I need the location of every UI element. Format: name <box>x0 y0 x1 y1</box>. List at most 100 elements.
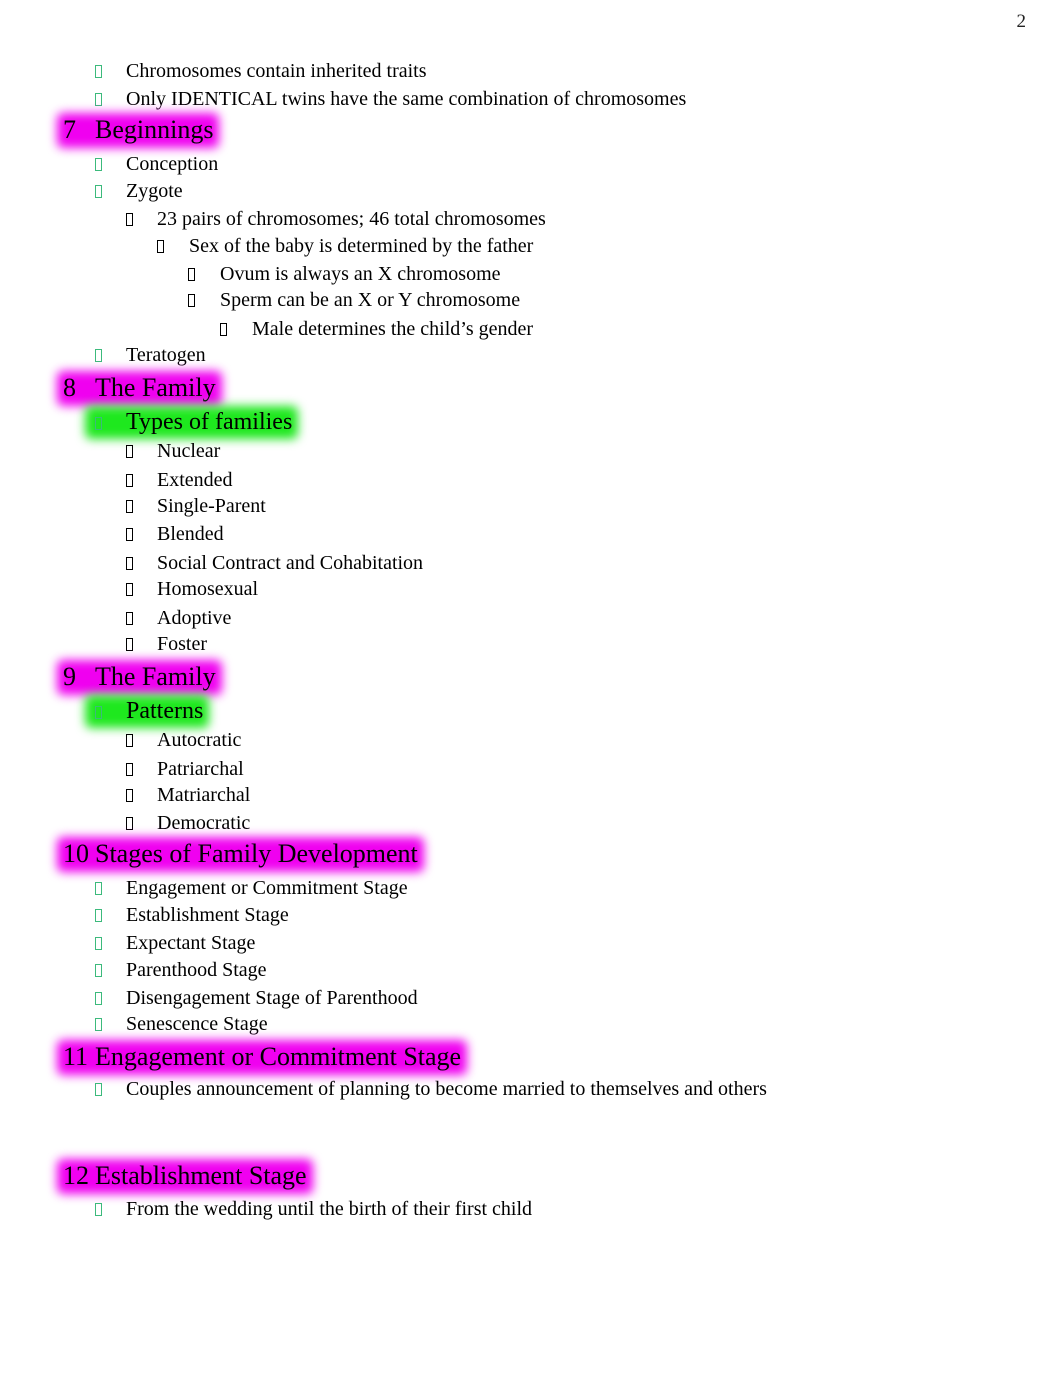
list-item: Parenthood Stage <box>95 960 267 980</box>
list-item-text: Chromosomes contain inherited traits <box>126 60 427 82</box>
list-item: Senescence Stage <box>95 1014 268 1034</box>
page-number: 2 <box>1016 11 1027 32</box>
list-item-text: Autocratic <box>157 729 242 751</box>
list-item-text: Senescence Stage <box>126 1013 268 1035</box>
bullet-icon <box>95 65 102 78</box>
bullet-icon <box>95 909 102 922</box>
bullet-icon <box>220 323 227 336</box>
list-item-text: From the wedding until the birth of thei… <box>126 1198 533 1220</box>
bullet-icon <box>126 734 133 747</box>
section-number: 9 <box>63 662 76 691</box>
bullet-icon <box>95 93 102 106</box>
list-item: Patriarchal <box>126 759 244 779</box>
list-item-text: Blended <box>157 523 224 545</box>
list-item: Nuclear <box>126 441 220 461</box>
list-item-text: Ovum is always an X chromosome <box>220 263 501 285</box>
list-item: Single-Parent <box>126 496 266 516</box>
subheading: Types of families <box>95 410 292 434</box>
bullet-icon <box>126 500 133 513</box>
list-item-text: Nuclear <box>157 440 221 462</box>
list-item: Zygote <box>95 181 183 201</box>
section-title: Stages of Family Development <box>95 839 418 868</box>
section-title: Beginnings <box>95 115 214 144</box>
list-item-text: Engagement or Commitment Stage <box>126 877 408 899</box>
list-item: Democratic <box>126 813 250 833</box>
list-item-text: Parenthood Stage <box>126 959 267 981</box>
section-number: 10 <box>63 839 89 868</box>
section-title: The Family <box>95 373 216 402</box>
list-item-text: Adoptive <box>157 607 232 629</box>
bullet-icon <box>95 964 102 977</box>
bullet-icon <box>95 417 102 430</box>
bullet-icon <box>157 240 164 253</box>
bullet-icon <box>126 612 133 625</box>
list-item-text: Sperm can be an X or Y chromosome <box>220 289 521 311</box>
list-item: Only IDENTICAL twins have the same combi… <box>95 89 686 109</box>
bullet-icon <box>126 638 133 651</box>
bullet-icon <box>126 474 133 487</box>
list-item-text: Matriarchal <box>157 784 251 806</box>
bullet-icon <box>126 583 133 596</box>
bullet-icon <box>95 1018 102 1031</box>
list-item-text: Social Contract and Cohabitation <box>157 552 424 574</box>
list-item: Expectant Stage <box>95 933 255 953</box>
list-item: 23 pairs of chromosomes; 46 total chromo… <box>126 209 546 229</box>
list-item-text: Homosexual <box>157 578 259 600</box>
list-item-text: Teratogen <box>126 344 206 366</box>
list-item-text: Single-Parent <box>157 495 266 517</box>
subheading-text: Types of families <box>126 409 293 435</box>
list-item: Blended <box>126 524 224 544</box>
section-title: Engagement or Commitment Stage <box>95 1042 462 1071</box>
list-item: Establishment Stage <box>95 905 289 925</box>
bullet-icon <box>95 349 102 362</box>
bullet-icon <box>126 789 133 802</box>
list-item: Conception <box>95 154 218 174</box>
list-item-text: Conception <box>126 153 219 175</box>
list-item: Teratogen <box>95 345 206 365</box>
section-title: Establishment Stage <box>95 1161 307 1190</box>
subheading-text: Patterns <box>126 698 204 724</box>
list-item-text: Establishment Stage <box>126 904 289 926</box>
bullet-icon <box>95 992 102 1005</box>
bullet-icon <box>126 528 133 541</box>
list-item-text: 23 pairs of chromosomes; 46 total chromo… <box>157 208 546 230</box>
section-heading: 8 The Family <box>63 375 216 401</box>
list-item-text: Sex of the baby is determined by the fat… <box>189 235 534 257</box>
list-item: From the wedding until the birth of thei… <box>95 1199 532 1219</box>
bullet-icon <box>95 1083 102 1096</box>
section-heading: 9 The Family <box>63 664 216 690</box>
bullet-icon <box>95 185 102 198</box>
section-heading: 10 Stages of Family Development <box>63 841 418 867</box>
list-item: Extended <box>126 470 233 490</box>
bullet-icon <box>126 763 133 776</box>
list-item: Foster <box>126 634 207 654</box>
list-item: Homosexual <box>126 579 258 599</box>
list-item: Couples announcement of planning to beco… <box>95 1079 767 1099</box>
list-item: Adoptive <box>126 608 231 628</box>
list-item-text: Patriarchal <box>157 758 244 780</box>
list-item-text: Couples announcement of planning to beco… <box>126 1078 767 1100</box>
list-item-text: Democratic <box>157 812 251 834</box>
section-number: 12 <box>63 1161 89 1190</box>
list-item-text: Foster <box>157 633 207 655</box>
list-item: Social Contract and Cohabitation <box>126 553 423 573</box>
bullet-icon <box>126 817 133 830</box>
list-item-text: Only IDENTICAL twins have the same combi… <box>126 88 687 110</box>
section-title: The Family <box>95 662 216 691</box>
bullet-icon <box>95 1203 102 1216</box>
subheading: Patterns <box>95 699 203 723</box>
section-heading: 12 Establishment Stage <box>63 1163 307 1189</box>
section-heading: 7 Beginnings <box>63 117 213 143</box>
list-item-text: Expectant Stage <box>126 932 256 954</box>
list-item-text: Male determines the child’s gender <box>252 318 534 340</box>
bullet-icon <box>188 268 195 281</box>
section-number: 7 <box>63 115 76 144</box>
section-number: 8 <box>63 373 76 402</box>
section-number: 11 <box>63 1042 89 1071</box>
list-item: Matriarchal <box>126 785 250 805</box>
bullet-icon <box>188 294 195 307</box>
list-item: Chromosomes contain inherited traits <box>95 61 427 81</box>
list-item: Sex of the baby is determined by the fat… <box>157 236 533 256</box>
bullet-icon <box>95 937 102 950</box>
bullet-icon <box>126 213 133 226</box>
